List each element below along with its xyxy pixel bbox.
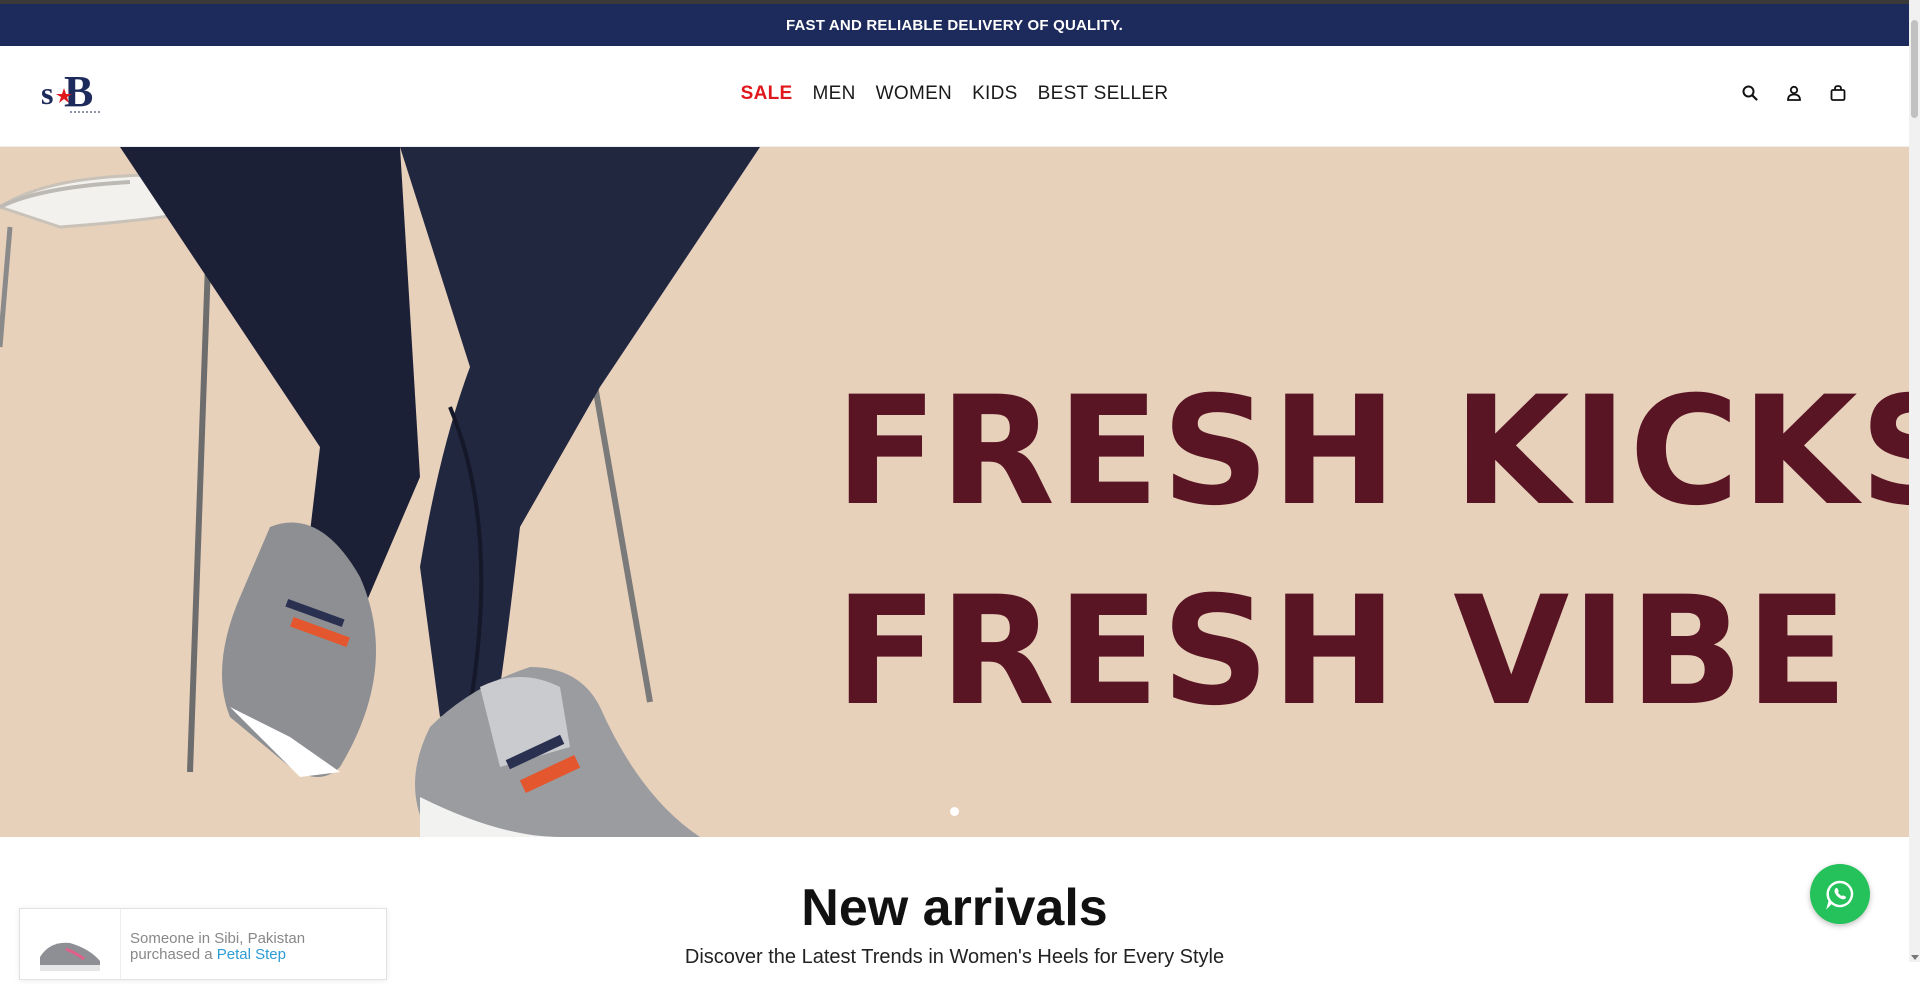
scrollbar-thumb[interactable] bbox=[1911, 20, 1918, 118]
nav-men[interactable]: MEN bbox=[813, 83, 856, 105]
cart-icon[interactable] bbox=[1827, 82, 1849, 104]
account-icon[interactable] bbox=[1783, 82, 1805, 104]
header-actions bbox=[1739, 82, 1849, 104]
hero-banner[interactable]: FRESH KICKS FRESH VIBE bbox=[0, 147, 1909, 837]
page-scrollbar[interactable] bbox=[1909, 0, 1920, 962]
nav-women[interactable]: WOMEN bbox=[876, 83, 952, 105]
announcement-text: FAST AND RELIABLE DELIVERY OF QUALITY. bbox=[785, 16, 1124, 34]
scroll-down-arrow-icon[interactable] bbox=[1911, 955, 1919, 960]
whatsapp-chat-button[interactable] bbox=[1810, 864, 1870, 924]
announcement-bar: FAST AND RELIABLE DELIVERY OF QUALITY. bbox=[0, 4, 1909, 46]
nav-best-seller[interactable]: BEST SELLER bbox=[1038, 83, 1169, 105]
hero-line-2: FRESH VIBE bbox=[835, 565, 1850, 739]
search-icon[interactable] bbox=[1739, 82, 1761, 104]
hero-headline: FRESH KICKS FRESH VIBE bbox=[835, 352, 1909, 752]
recent-purchase-popup[interactable]: Someone in Sibi, Pakistan purchased a Pe… bbox=[19, 908, 387, 980]
site-header: s B SALE MEN WOMEN KIDS BEST SELLER bbox=[0, 46, 1909, 147]
slide-indicator-dot[interactable] bbox=[950, 807, 959, 816]
popup-product-thumbnail bbox=[20, 909, 121, 979]
hero-sneaker-image bbox=[0, 147, 760, 837]
main-nav: SALE MEN WOMEN KIDS BEST SELLER bbox=[0, 83, 1909, 105]
hero-line-1: FRESH KICKS bbox=[835, 365, 1909, 539]
nav-kids[interactable]: KIDS bbox=[972, 83, 1018, 105]
whatsapp-icon bbox=[1826, 880, 1854, 910]
popup-purchase-line: purchased a Petal Step bbox=[130, 947, 370, 963]
popup-product-link[interactable]: Petal Step bbox=[217, 946, 286, 963]
popup-purchased-text: purchased a bbox=[130, 946, 213, 963]
popup-message: Someone in Sibi, Pakistan purchased a Pe… bbox=[130, 931, 370, 963]
nav-sale[interactable]: SALE bbox=[741, 83, 793, 105]
popup-location-text: Someone in Sibi, Pakistan bbox=[130, 930, 306, 947]
